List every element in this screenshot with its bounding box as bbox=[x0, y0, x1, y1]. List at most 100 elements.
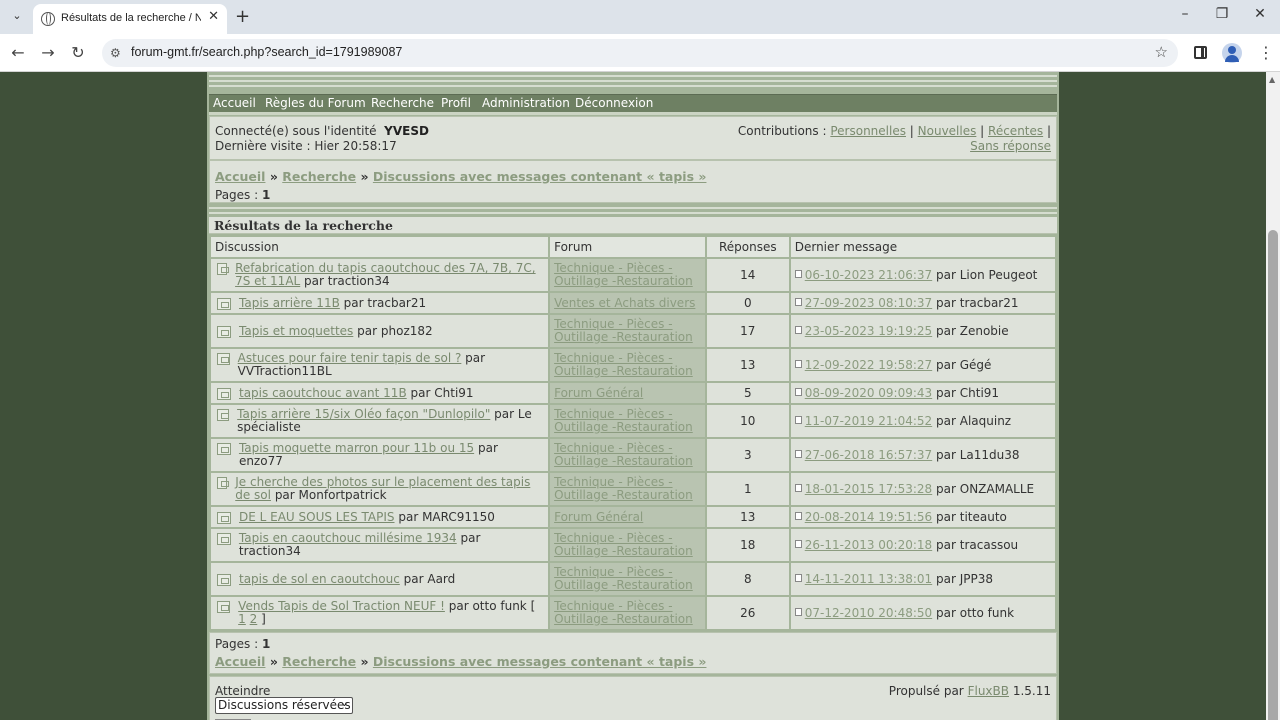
topic-link[interactable]: tapis caoutchouc avant 11B bbox=[239, 386, 407, 400]
address-bar[interactable]: ⚙ forum-gmt.fr/search.php?search_id=1791… bbox=[102, 39, 1178, 67]
forum-link[interactable]: Technique - Pièces - Outillage -Restaura… bbox=[554, 441, 693, 468]
post-icon bbox=[794, 573, 802, 582]
close-window-icon[interactable]: ✕ bbox=[1250, 6, 1270, 22]
forum-link[interactable]: Technique - Pièces - Outillage -Restaura… bbox=[554, 475, 693, 502]
jump-label: Atteindre bbox=[215, 684, 271, 698]
scroll-up-icon[interactable]: ▲ bbox=[1269, 75, 1275, 84]
forum-link[interactable]: Technique - Pièces - Outillage -Restaura… bbox=[554, 531, 693, 558]
nav-administration[interactable]: Administration bbox=[482, 96, 570, 110]
topic-link[interactable]: DE L EAU SOUS LES TAPIS bbox=[239, 510, 395, 524]
replies-count: 26 bbox=[706, 597, 789, 629]
topic-icon bbox=[217, 601, 231, 613]
topic-link[interactable]: Tapis et moquettes bbox=[239, 324, 353, 338]
forum-link[interactable]: Technique - Pièces - Outillage -Restaura… bbox=[554, 317, 693, 344]
post-icon bbox=[794, 483, 802, 492]
page-scrollbar[interactable]: ▲ bbox=[1266, 72, 1280, 720]
more-menu-icon[interactable]: ⋮ bbox=[1258, 43, 1274, 62]
crumb-current[interactable]: Discussions avec messages contenant « ta… bbox=[373, 654, 707, 669]
topic-link[interactable]: Tapis arrière 15/six Oléo façon "Dunlopi… bbox=[237, 407, 490, 421]
forum-link[interactable]: Forum Général bbox=[554, 510, 643, 524]
forum-link[interactable]: Ventes et Achats divers bbox=[554, 296, 695, 310]
topic-link[interactable]: Vends Tapis de Sol Traction NEUF ! bbox=[238, 599, 445, 613]
top-linksbar: Accueil » Recherche » Discussions avec m… bbox=[209, 160, 1057, 203]
topic-page-link[interactable]: 1 bbox=[238, 612, 246, 626]
forum-link[interactable]: Technique - Pièces - Outillage -Restaura… bbox=[554, 351, 693, 378]
last-post-cell: 23-05-2023 19:19:25 par Zenobie bbox=[790, 315, 1055, 347]
forum-cell: Technique - Pièces - Outillage -Restaura… bbox=[550, 563, 705, 595]
topic-author: VVTraction11BL bbox=[237, 364, 332, 378]
last-post-link[interactable]: 06-10-2023 21:06:37 bbox=[805, 268, 932, 282]
table-row: Astuces pour faire tenir tapis de sol ? … bbox=[211, 349, 1055, 381]
browser-tab-active[interactable]: Résultats de la recherche / Nou ✕ bbox=[33, 4, 227, 34]
last-post-link[interactable]: 20-08-2014 19:51:56 bbox=[805, 510, 932, 524]
fluxbb-link[interactable]: FluxBB bbox=[968, 684, 1009, 698]
table-row: Vends Tapis de Sol Traction NEUF ! par o… bbox=[211, 597, 1055, 629]
topic-icon bbox=[217, 325, 231, 338]
forum-link[interactable]: Technique - Pièces - Outillage -Restaura… bbox=[554, 565, 693, 592]
reload-icon[interactable]: ↻ bbox=[68, 43, 88, 62]
last-post-author: otto funk bbox=[959, 605, 1015, 620]
topic-link[interactable]: Tapis en caoutchouc millésime 1934 bbox=[239, 531, 457, 545]
forum-cell: Ventes et Achats divers bbox=[550, 293, 705, 313]
topic-cell: Tapis arrière 15/six Oléo façon "Dunlopi… bbox=[211, 405, 549, 437]
close-tab-icon[interactable]: ✕ bbox=[208, 9, 219, 24]
forum-link[interactable]: Technique - Pièces - Outillage -Restaura… bbox=[554, 261, 693, 288]
bookmark-star-icon[interactable]: ☆ bbox=[1155, 43, 1168, 61]
topic-cell: Je cherche des photos sur le placement d… bbox=[211, 473, 549, 505]
back-arrow-icon[interactable]: ← bbox=[8, 43, 28, 62]
last-post-link[interactable]: 23-05-2023 19:19:25 bbox=[805, 324, 932, 338]
last-post-link[interactable]: 27-06-2018 16:57:37 bbox=[805, 448, 932, 462]
last-post-link[interactable]: 08-09-2020 09:09:43 bbox=[805, 386, 932, 400]
forward-arrow-icon[interactable]: → bbox=[38, 43, 58, 62]
post-icon bbox=[794, 387, 802, 396]
nav-profil[interactable]: Profil bbox=[441, 96, 471, 110]
crumb-current[interactable]: Discussions avec messages contenant « ta… bbox=[373, 169, 707, 184]
table-row: tapis caoutchouc avant 11B par Chti91 For… bbox=[211, 383, 1055, 403]
topic-link[interactable]: Tapis moquette marron pour 11b ou 15 bbox=[239, 441, 474, 455]
last-post-link[interactable]: 27-09-2023 08:10:37 bbox=[805, 296, 932, 310]
nav-deconnexion[interactable]: Déconnexion bbox=[575, 96, 653, 110]
tab-search-chevron-icon[interactable]: ⌄ bbox=[7, 6, 27, 26]
nav-accueil[interactable]: Accueil bbox=[213, 96, 256, 110]
table-row: tapis de sol en caoutchouc par Aard Techn… bbox=[211, 563, 1055, 595]
maximize-icon[interactable]: ❐ bbox=[1212, 6, 1232, 22]
profile-avatar-icon[interactable] bbox=[1222, 43, 1242, 63]
url-text[interactable]: forum-gmt.fr/search.php?search_id=179198… bbox=[131, 45, 402, 59]
topic-author: MARC91150 bbox=[422, 509, 495, 524]
last-post-link[interactable]: 11-07-2019 21:04:52 bbox=[805, 414, 932, 428]
nav-recherche[interactable]: Recherche bbox=[371, 96, 434, 110]
topic-link[interactable]: Tapis arrière 11B bbox=[239, 296, 340, 310]
forum-jump-select[interactable]: Discussions réservées bbox=[215, 695, 353, 714]
last-post-link[interactable]: 18-01-2015 17:53:28 bbox=[805, 482, 932, 496]
crumb-recherche[interactable]: Recherche bbox=[282, 654, 356, 669]
crumb-recherche[interactable]: Recherche bbox=[282, 169, 356, 184]
table-row: DE L EAU SOUS LES TAPIS par MARC91150 For… bbox=[211, 507, 1055, 527]
contrib-sans-reponse[interactable]: Sans réponse bbox=[970, 139, 1051, 153]
side-panel-icon[interactable] bbox=[1194, 46, 1207, 59]
topic-link[interactable]: tapis de sol en caoutchouc bbox=[239, 572, 400, 586]
last-post-cell: 14-11-2011 13:38:01 par JPP38 bbox=[790, 563, 1055, 595]
topic-cell: Tapis en caoutchouc millésime 1934 par t… bbox=[211, 529, 549, 561]
contrib-nouvelles[interactable]: Nouvelles bbox=[918, 124, 977, 138]
last-post-link[interactable]: 07-12-2010 20:48:50 bbox=[805, 606, 932, 620]
contrib-recentes[interactable]: Récentes bbox=[988, 124, 1043, 138]
scroll-thumb[interactable] bbox=[1268, 230, 1278, 720]
nav-regles[interactable]: Règles du Forum bbox=[265, 96, 366, 110]
forum-cell: Forum Général bbox=[550, 507, 705, 527]
crumb-accueil[interactable]: Accueil bbox=[215, 654, 265, 669]
contrib-personnelles[interactable]: Personnelles bbox=[830, 124, 906, 138]
topic-link[interactable]: Astuces pour faire tenir tapis de sol ? bbox=[238, 351, 462, 365]
crumb-accueil[interactable]: Accueil bbox=[215, 169, 265, 184]
last-post-link[interactable]: 26-11-2013 00:20:18 bbox=[805, 538, 932, 552]
site-settings-icon[interactable]: ⚙ bbox=[110, 46, 121, 60]
forum-link[interactable]: Technique - Pièces - Outillage -Restaura… bbox=[554, 599, 693, 626]
new-tab-icon[interactable]: + bbox=[235, 6, 250, 27]
last-post-link[interactable]: 14-11-2011 13:38:01 bbox=[805, 572, 932, 586]
forum-cell: Technique - Pièces - Outillage -Restaura… bbox=[550, 259, 705, 291]
forum-link[interactable]: Forum Général bbox=[554, 386, 643, 400]
last-post-link[interactable]: 12-09-2022 19:58:27 bbox=[805, 358, 932, 372]
table-row: Je cherche des photos sur le placement d… bbox=[211, 473, 1055, 505]
minimize-icon[interactable]: – bbox=[1175, 6, 1195, 22]
topic-page-link[interactable]: 2 bbox=[250, 612, 258, 626]
forum-link[interactable]: Technique - Pièces - Outillage -Restaura… bbox=[554, 407, 693, 434]
